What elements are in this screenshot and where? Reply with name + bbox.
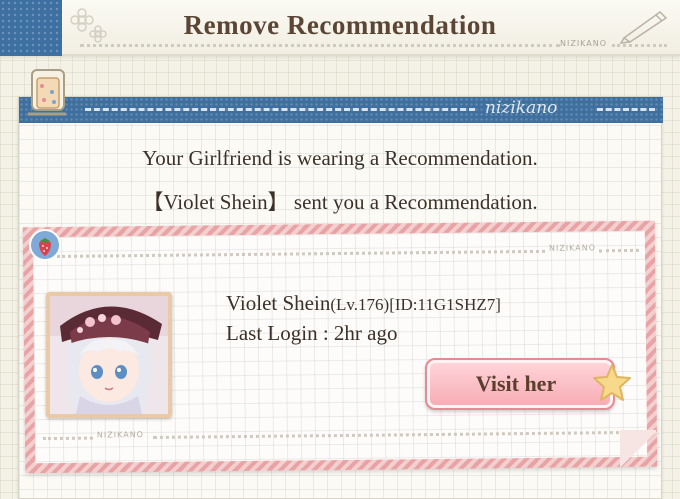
card-bottom-divider	[42, 436, 93, 441]
card-bottom-divider-end	[152, 430, 633, 439]
strawberry-icon	[29, 229, 61, 261]
sender-message: 【Violet Shein】 sent you a Recommendation…	[142, 190, 538, 214]
friend-level: (Lv.176)	[330, 295, 390, 314]
card-top-divider	[57, 249, 546, 258]
card-brand-bottom: NIZIKANO	[96, 430, 145, 440]
card-brand-top: NIZIKANO	[548, 243, 597, 253]
panel-header: nizikano	[19, 97, 663, 123]
panel-header-dashes-end	[597, 108, 655, 111]
avatar-portrait	[50, 296, 168, 414]
friend-name: Violet Shein	[226, 291, 331, 315]
pencil-icon	[619, 11, 668, 44]
panel-header-dashes	[85, 108, 475, 111]
page-title: Remove Recommendation	[183, 10, 497, 40]
visit-her-button[interactable]: Visit her	[425, 358, 615, 410]
panel-brand: nizikano	[485, 98, 558, 118]
card-corner-fold	[620, 430, 656, 470]
star-icon	[593, 364, 631, 401]
paper-clip-icon	[28, 69, 66, 116]
last-login: Last Login : 2hr ago	[226, 321, 398, 345]
title-brand: NIZIKANO	[560, 39, 608, 48]
title-banner: Remove Recommendation NIZIKANO	[0, 0, 680, 56]
title-divider-end	[612, 44, 667, 47]
card-top-divider-end	[598, 248, 640, 253]
title-divider	[80, 44, 560, 47]
wearing-message: Your Girlfriend is wearing a Recommendat…	[142, 146, 538, 170]
friend-id: [ID:11G1SHZ7]	[389, 295, 501, 314]
friend-info: Violet Shein(Lv.176)[ID:11G1SHZ7]	[226, 291, 501, 316]
friend-avatar[interactable]	[46, 292, 172, 418]
